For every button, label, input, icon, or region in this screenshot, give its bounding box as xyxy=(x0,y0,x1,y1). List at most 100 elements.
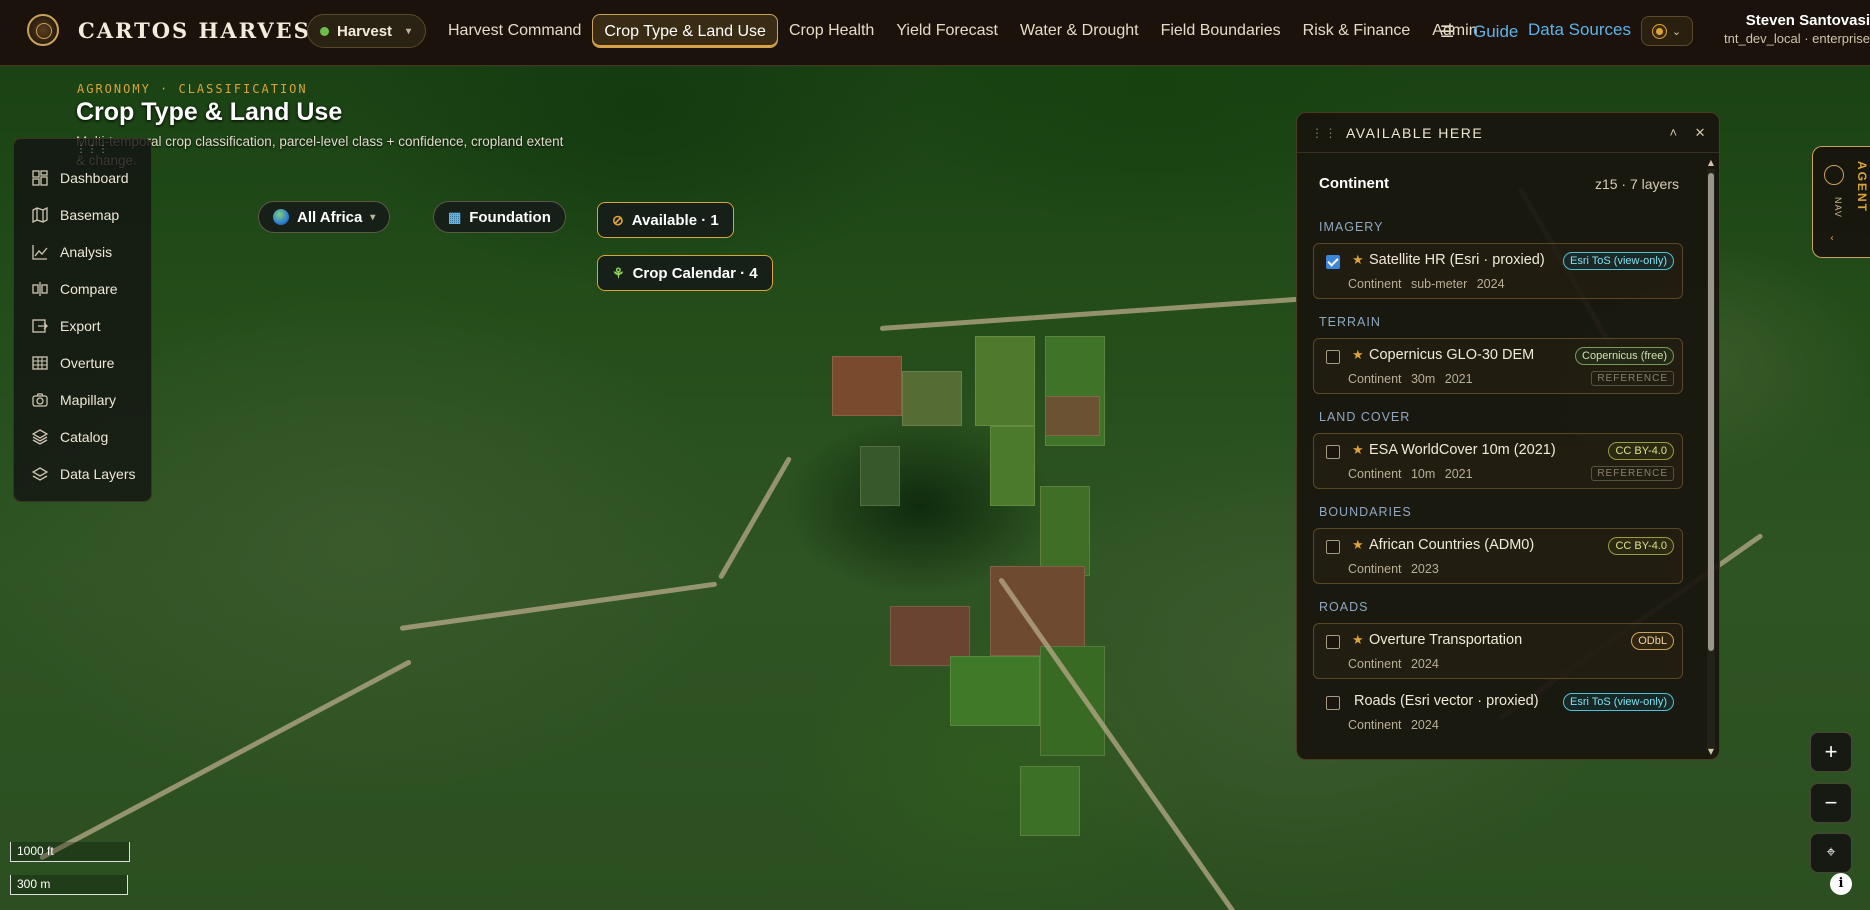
chevron-down-icon: ⌄ xyxy=(1671,24,1682,38)
foundation-chip[interactable]: ▦ Foundation xyxy=(433,201,566,233)
star-icon[interactable]: ★ xyxy=(1352,348,1364,363)
compass-icon[interactable] xyxy=(1824,165,1844,185)
nav-yield-forecast[interactable]: Yield Forecast xyxy=(885,14,1009,48)
guide-link[interactable]: Guide xyxy=(1473,22,1518,42)
hamburger-menu-icon[interactable]: ☰ xyxy=(1440,22,1454,41)
info-icon[interactable]: i xyxy=(1830,873,1852,895)
tool-overture[interactable]: Overture xyxy=(14,344,151,381)
tool-data-layers[interactable]: Data Layers xyxy=(14,455,151,492)
panel-controls: ˄ ✕ xyxy=(1670,125,1708,141)
star-icon[interactable]: ★ xyxy=(1352,538,1364,553)
zoom-out-button[interactable]: − xyxy=(1810,783,1852,823)
scroll-down-icon[interactable]: ▼ xyxy=(1708,747,1714,756)
license-badge: Copernicus (free) xyxy=(1575,347,1674,365)
panel-header[interactable]: ⋮⋮ AVAILABLE HERE ˄ ✕ xyxy=(1297,113,1719,153)
book-icon: ▦ xyxy=(448,208,462,225)
tool-export[interactable]: Export xyxy=(14,307,151,344)
drag-handle-icon[interactable]: ⋮⋮⋮ xyxy=(76,144,109,155)
layer-checkbox[interactable] xyxy=(1326,540,1340,554)
user-menu[interactable]: Steven Santovasi tnt_dev_local · enterpr… xyxy=(1710,12,1870,46)
layer-name: ESA WorldCover 10m (2021) xyxy=(1369,442,1556,458)
layers-icon xyxy=(32,428,48,445)
map-field xyxy=(902,371,962,426)
agent-side-tab[interactable]: NAV ‹ AGENT xyxy=(1812,146,1870,258)
dashboard-icon xyxy=(32,169,48,186)
drag-handle-icon[interactable]: ⋮⋮ xyxy=(1311,126,1338,140)
tool-basemap[interactable]: Basemap xyxy=(14,196,151,233)
map-field xyxy=(975,336,1035,426)
scale-bar-metric: 300 m xyxy=(10,875,128,895)
region-label: All Africa xyxy=(297,208,363,226)
map-tools-panel: ⋮⋮⋮ Dashboard Basemap Analysis Compare E… xyxy=(13,138,152,502)
map-field xyxy=(860,446,900,506)
export-icon xyxy=(32,318,48,333)
section-imagery: IMAGERY xyxy=(1319,220,1384,234)
section-terrain: TERRAIN xyxy=(1319,315,1381,329)
nav-crop-health[interactable]: Crop Health xyxy=(778,14,885,48)
map-field xyxy=(1020,766,1080,836)
layer-name: Roads (Esri vector · proxied) xyxy=(1354,693,1539,709)
layer-checkbox[interactable] xyxy=(1326,445,1340,459)
chevron-down-icon: ▾ xyxy=(406,25,412,37)
star-icon[interactable]: ★ xyxy=(1352,633,1364,648)
star-icon[interactable]: ★ xyxy=(1352,253,1364,268)
region-selector[interactable]: All Africa ▾ xyxy=(258,201,391,233)
data-sources-link[interactable]: Data Sources xyxy=(1528,20,1631,40)
page-subtitle-line: Multi-temporal crop classification, parc… xyxy=(76,134,564,149)
layer-card[interactable]: ★ African Countries (ADM0) CC BY-4.0 Con… xyxy=(1313,528,1683,584)
scrollbar-thumb[interactable] xyxy=(1708,173,1714,651)
crop-calendar-chip[interactable]: ⚘ Crop Calendar · 4 xyxy=(597,255,773,291)
theme-toggle[interactable]: ⌄ xyxy=(1641,16,1693,46)
page-subtitle-line: & change. xyxy=(76,151,606,170)
section-land-cover: LAND COVER xyxy=(1319,410,1411,424)
page-eyebrow: AGRONOMY · CLASSIFICATION xyxy=(77,82,308,96)
map-road xyxy=(399,581,718,631)
tool-analysis[interactable]: Analysis xyxy=(14,233,151,270)
available-chip[interactable]: ⊘ Available · 1 xyxy=(597,202,734,238)
chevron-left-icon[interactable]: ‹ xyxy=(1830,233,1834,244)
stack-icon xyxy=(32,466,48,481)
tool-compare[interactable]: Compare xyxy=(14,270,151,307)
layer-card[interactable]: ★ Copernicus GLO-30 DEM Copernicus (free… xyxy=(1313,338,1683,394)
tool-label: Overture xyxy=(60,354,115,371)
theme-dot-icon xyxy=(1652,24,1666,38)
collapse-icon[interactable]: ˄ xyxy=(1670,125,1679,141)
layer-card[interactable]: ★ Overture Transportation ODbL Continent… xyxy=(1313,623,1683,679)
tool-catalog[interactable]: Catalog xyxy=(14,418,151,455)
zoom-in-button[interactable]: + xyxy=(1810,732,1852,772)
compare-icon xyxy=(32,281,48,296)
workspace-selector[interactable]: Harvest ▾ xyxy=(307,14,427,48)
available-layers-panel: ⋮⋮ AVAILABLE HERE ˄ ✕ Continent z15 · 7 … xyxy=(1296,112,1720,760)
tool-dashboard[interactable]: Dashboard xyxy=(14,159,151,196)
foundation-label: Foundation xyxy=(469,208,551,226)
layer-checkbox[interactable] xyxy=(1326,350,1340,364)
license-badge: Esri ToS (view-only) xyxy=(1563,252,1674,270)
locate-button[interactable]: ⌖ xyxy=(1810,833,1852,873)
layer-checkbox[interactable] xyxy=(1326,635,1340,649)
nav-risk-finance[interactable]: Risk & Finance xyxy=(1292,14,1422,48)
tool-label: Export xyxy=(60,317,101,334)
layer-name: Overture Transportation xyxy=(1369,632,1523,648)
user-name: Steven Santovasi xyxy=(1745,12,1870,29)
nav-water-drought[interactable]: Water & Drought xyxy=(1009,14,1150,48)
layer-card[interactable]: Roads (Esri vector · proxied) Esri ToS (… xyxy=(1313,684,1683,740)
star-icon[interactable]: ★ xyxy=(1352,443,1364,458)
section-roads: ROADS xyxy=(1319,600,1369,614)
logo-icon[interactable] xyxy=(27,14,59,46)
nav-field-boundaries[interactable]: Field Boundaries xyxy=(1150,14,1292,48)
layer-checkbox[interactable] xyxy=(1326,696,1340,710)
panel-scrollbar[interactable] xyxy=(1707,169,1715,749)
grid-icon xyxy=(32,355,48,370)
user-org: tnt_dev_local · enterprise xyxy=(1724,31,1870,46)
layer-card[interactable]: ★ Satellite HR (Esri · proxied) Esri ToS… xyxy=(1313,243,1683,299)
page-title: Crop Type & Land Use xyxy=(76,98,343,126)
scroll-up-icon[interactable]: ▲ xyxy=(1708,158,1714,167)
close-icon[interactable]: ✕ xyxy=(1695,125,1707,141)
nav-crop-type-land-use[interactable]: Crop Type & Land Use xyxy=(592,14,778,48)
reference-badge: REFERENCE xyxy=(1591,466,1674,481)
tool-mapillary[interactable]: Mapillary xyxy=(14,381,151,418)
layer-checkbox[interactable] xyxy=(1326,255,1340,269)
nav-harvest-command[interactable]: Harvest Command xyxy=(437,14,592,48)
layer-meta: Continent 30m 2021 xyxy=(1348,372,1473,386)
layer-card[interactable]: ★ ESA WorldCover 10m (2021) CC BY-4.0 Co… xyxy=(1313,433,1683,489)
